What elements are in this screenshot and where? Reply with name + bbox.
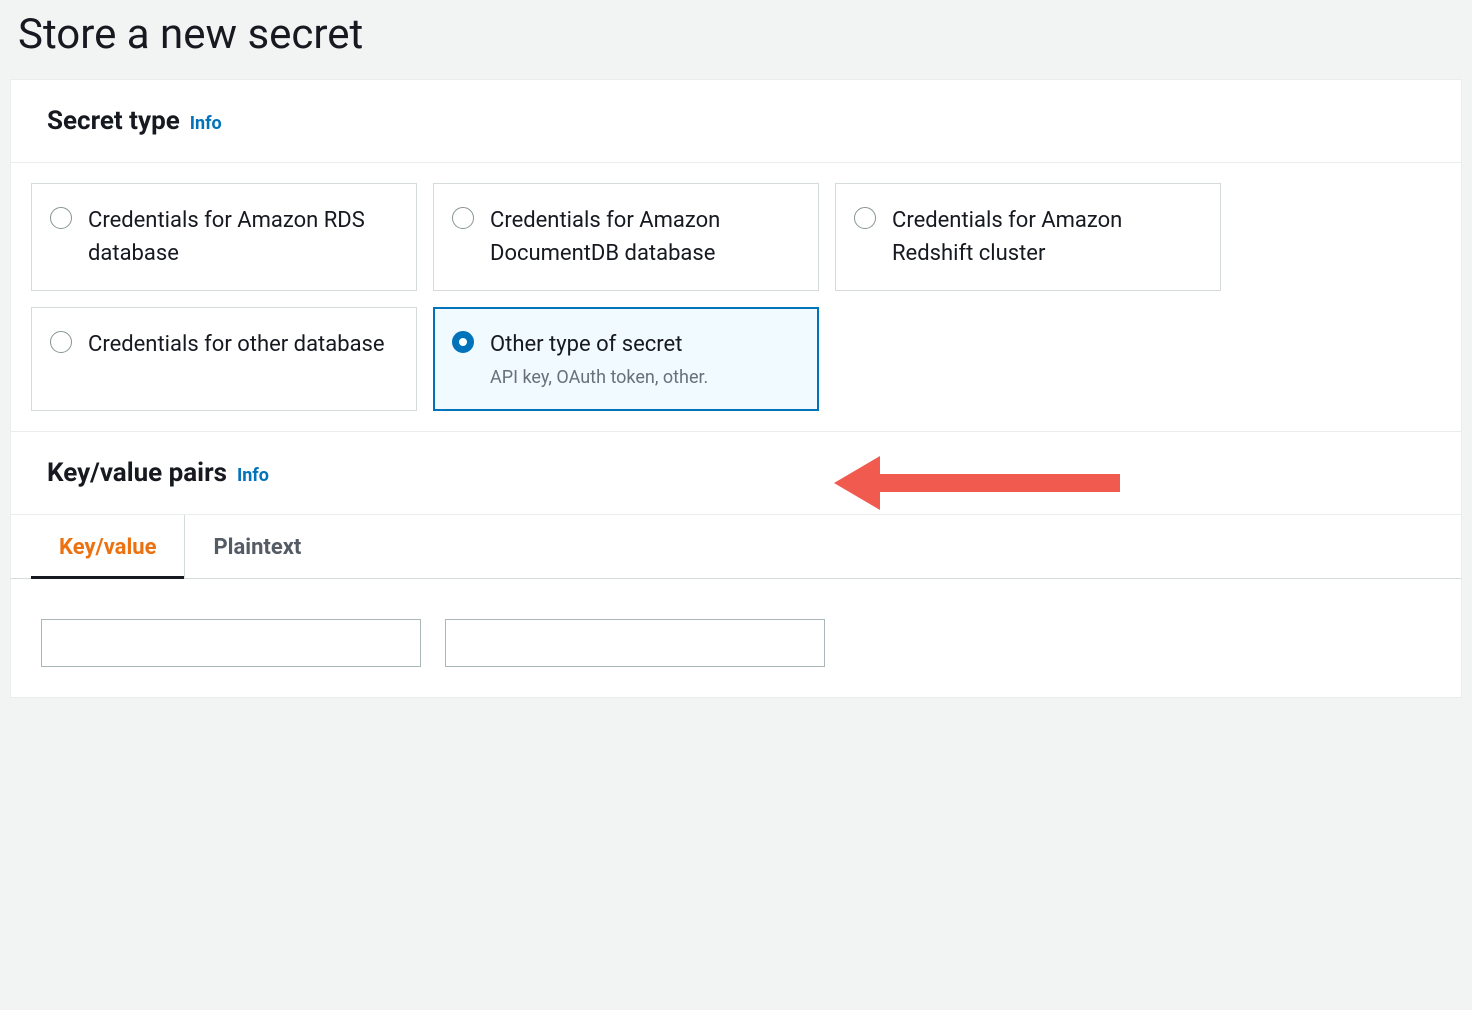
radio-label: Credentials for other database	[88, 332, 385, 357]
secret-panel: Secret type Info Credentials for Amazon …	[10, 79, 1462, 698]
radio-label: Credentials for Amazon RDS database	[88, 208, 365, 266]
radio-icon	[452, 207, 474, 229]
page-title: Store a new secret	[0, 0, 1472, 79]
radio-card-documentdb[interactable]: Credentials for Amazon DocumentDB databa…	[433, 183, 819, 291]
key-value-header: Key/value pairs Info	[11, 431, 1461, 515]
tab-key-value[interactable]: Key/value	[31, 515, 185, 578]
radio-sublabel: API key, OAuth token, other.	[490, 365, 708, 390]
secret-type-info-link[interactable]: Info	[190, 113, 222, 134]
radio-icon	[50, 331, 72, 353]
radio-icon	[854, 207, 876, 229]
kv-tabs: Key/value Plaintext	[11, 515, 1461, 579]
kv-key-input[interactable]	[41, 619, 421, 667]
radio-icon	[50, 207, 72, 229]
key-value-heading: Key/value pairs	[47, 458, 227, 488]
radio-icon	[452, 331, 474, 353]
key-value-info-link[interactable]: Info	[237, 465, 269, 486]
radio-label: Credentials for Amazon DocumentDB databa…	[490, 208, 720, 266]
radio-card-redshift[interactable]: Credentials for Amazon Redshift cluster	[835, 183, 1221, 291]
secret-type-header: Secret type Info	[11, 80, 1461, 163]
radio-card-other-secret[interactable]: Other type of secret API key, OAuth toke…	[433, 307, 819, 411]
secret-type-heading: Secret type	[47, 106, 180, 136]
radio-card-other-db[interactable]: Credentials for other database	[31, 307, 417, 411]
secret-type-options: Credentials for Amazon RDS database Cred…	[11, 163, 1241, 431]
kv-value-input[interactable]	[445, 619, 825, 667]
radio-label: Other type of secret	[490, 332, 682, 357]
radio-card-rds[interactable]: Credentials for Amazon RDS database	[31, 183, 417, 291]
radio-label: Credentials for Amazon Redshift cluster	[892, 208, 1122, 266]
tab-plaintext[interactable]: Plaintext	[185, 515, 329, 578]
kv-input-row	[11, 579, 1461, 697]
